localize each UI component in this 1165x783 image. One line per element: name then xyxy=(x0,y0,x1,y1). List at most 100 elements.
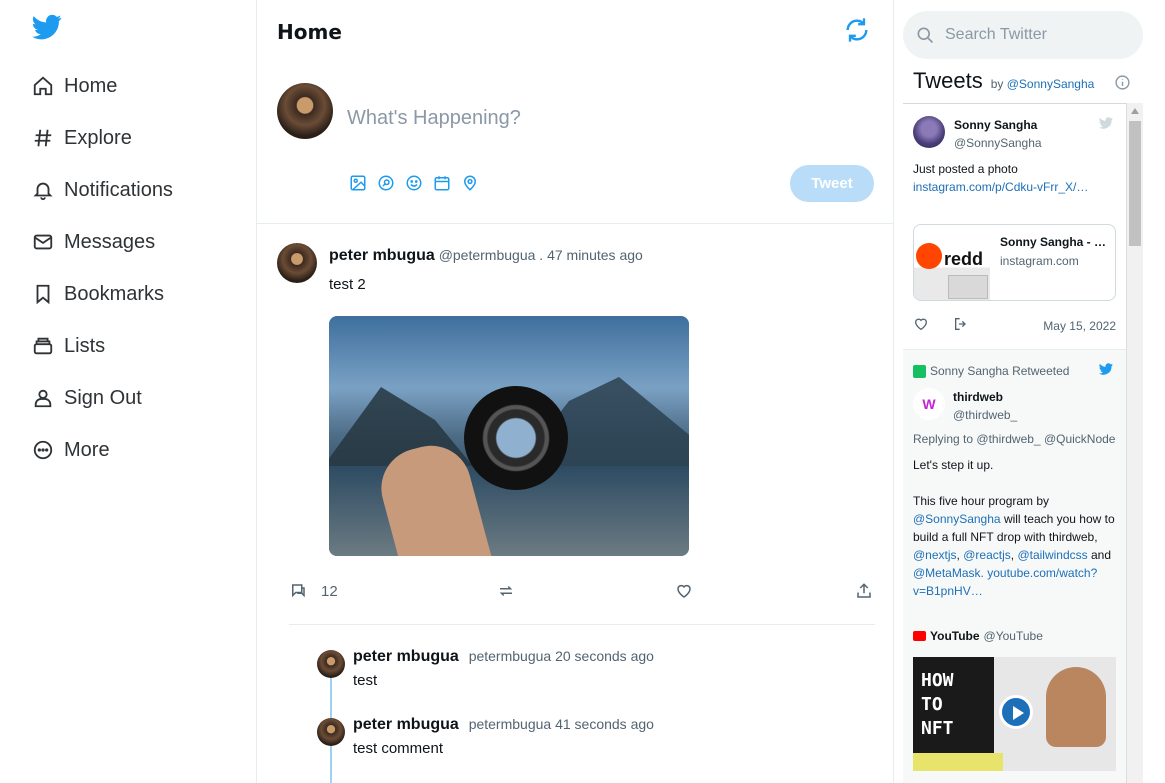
tweet-author-name[interactable]: thirdweb xyxy=(953,390,1003,404)
video-thumbnail[interactable]: HOW TO NFT xyxy=(913,657,1116,771)
link-card[interactable]: redd Sonny Sangha - … instagram.com xyxy=(913,224,1116,301)
location-icon[interactable] xyxy=(461,174,479,192)
scroll-up-arrow-icon[interactable] xyxy=(1131,108,1139,114)
timeline-title: Tweets xyxy=(913,68,983,93)
mention-link[interactable]: @nextjs xyxy=(913,548,957,562)
heart-icon xyxy=(677,584,691,598)
comment-text: test comment xyxy=(353,740,444,757)
comment-header: peter mbugua petermbugua 41 seconds ago xyxy=(353,716,654,734)
tweet-line: Let's step it up. xyxy=(913,458,994,472)
twitter-bird-icon[interactable] xyxy=(1098,362,1114,376)
retweet-button[interactable] xyxy=(497,582,515,600)
thumbnail-ribbon xyxy=(913,753,1003,771)
heart-icon[interactable] xyxy=(913,316,929,332)
retweet-icon xyxy=(913,364,926,378)
nav-label: Home xyxy=(64,74,118,97)
search-icon[interactable] xyxy=(377,174,395,192)
composer-toolbar xyxy=(349,174,479,192)
embedded-timeline[interactable]: Sonny Sangha @SonnySangha Just posted a … xyxy=(903,103,1135,783)
reply-handles[interactable]: @thirdweb_ @QuickNode xyxy=(976,432,1115,446)
nav-label: More xyxy=(64,438,110,461)
comment-button[interactable]: 12 xyxy=(289,582,338,600)
comment-icon xyxy=(292,584,305,598)
refresh-icon[interactable] xyxy=(843,16,871,44)
post-header: peter mbugua @petermbugua . 47 minutes a… xyxy=(329,247,643,265)
nav-lists[interactable]: Lists xyxy=(32,320,173,372)
timeline-by-handle-link[interactable]: @SonnySangha xyxy=(1007,77,1095,91)
tweet-author-handle[interactable]: @SonnySangha xyxy=(954,136,1042,150)
search-box[interactable] xyxy=(903,11,1143,59)
post-text: test 2 xyxy=(329,276,366,293)
tweet-text: Just posted a photo instagram.com/p/Cdku… xyxy=(913,160,1088,196)
bell-icon xyxy=(33,182,53,201)
tweet-link[interactable]: instagram.com/p/Cdku-vFrr_X/… xyxy=(913,178,1088,196)
tweet-avatar[interactable] xyxy=(913,116,945,148)
image-icon[interactable] xyxy=(349,174,367,192)
tweet-actions: May 15, 2022 xyxy=(913,316,1116,334)
nav-explore[interactable]: Explore xyxy=(32,112,173,164)
tweet-date[interactable]: May 15, 2022 xyxy=(1043,319,1116,333)
comment-meta: petermbugua 20 seconds ago xyxy=(468,648,654,664)
search-input[interactable] xyxy=(945,26,1125,44)
like-button[interactable] xyxy=(675,582,693,600)
nav-more[interactable]: More xyxy=(32,424,173,476)
emoji-icon[interactable] xyxy=(405,174,423,192)
timeline-by: by @SonnySangha xyxy=(991,77,1095,91)
comment-header: peter mbugua petermbugua 20 seconds ago xyxy=(353,648,654,666)
youtube-card-header: YouTube @YouTube xyxy=(913,629,1043,643)
comment-avatar[interactable] xyxy=(317,650,345,678)
mention-link[interactable]: @reactjs xyxy=(963,548,1011,562)
twitter-bird-icon[interactable] xyxy=(1098,116,1114,130)
right-column: Tweets by @SonnySangha Sonny Sangha @Son… xyxy=(894,0,1165,783)
nav-label: Sign Out xyxy=(64,386,142,409)
info-icon[interactable] xyxy=(1114,74,1131,91)
youtube-handle[interactable]: @YouTube xyxy=(984,629,1043,643)
retweet-icon xyxy=(499,585,513,597)
separator: , xyxy=(1010,548,1015,562)
mention-link[interactable]: @SonnySangha xyxy=(913,512,1001,526)
comment-avatar[interactable] xyxy=(317,718,345,746)
tweet-button[interactable]: Tweet xyxy=(790,165,874,202)
user-icon xyxy=(34,389,52,408)
nav-notifications[interactable]: Notifications xyxy=(32,164,173,216)
card-domain: instagram.com xyxy=(1000,254,1079,268)
retweet-label: Sonny Sangha Retweeted xyxy=(913,364,1069,378)
comment-author-name[interactable]: peter mbugua xyxy=(353,648,459,665)
comment-meta: petermbugua 41 seconds ago xyxy=(468,716,654,732)
reply-context: Replying to @thirdweb_ @QuickNode xyxy=(913,432,1115,446)
post-avatar[interactable] xyxy=(277,243,317,283)
nav-bookmarks[interactable]: Bookmarks xyxy=(32,268,173,320)
thirdweb-avatar[interactable]: W xyxy=(913,388,945,420)
post-image[interactable] xyxy=(329,316,689,556)
nav-home[interactable]: Home xyxy=(32,60,173,112)
calendar-icon[interactable] xyxy=(433,174,451,192)
scrollbar-thumb[interactable] xyxy=(1129,121,1141,246)
comment-count: 12 xyxy=(321,582,338,600)
search-icon xyxy=(917,27,934,44)
timeline-scrollbar[interactable] xyxy=(1126,103,1143,783)
mention-link[interactable]: @tailwindcss xyxy=(1017,548,1087,562)
tweet-author-handle[interactable]: @thirdweb_ xyxy=(953,408,1017,422)
main-nav: Home Explore Notifications Messages Book… xyxy=(32,60,173,476)
post-author-name[interactable]: peter mbugua xyxy=(329,247,435,264)
share-icon[interactable] xyxy=(953,316,969,332)
nav-label: Lists xyxy=(64,334,106,357)
tweet-author-name[interactable]: Sonny Sangha xyxy=(954,118,1037,132)
comment-author-name[interactable]: peter mbugua xyxy=(353,716,459,733)
twitter-logo-icon[interactable] xyxy=(30,12,64,42)
mail-icon xyxy=(33,234,53,250)
nav-label: Explore xyxy=(64,126,132,149)
share-button[interactable] xyxy=(855,582,873,600)
nav-messages[interactable]: Messages xyxy=(32,216,173,268)
tweet-composer-input[interactable] xyxy=(347,104,787,132)
timeline-tweet[interactable]: Sonny Sangha @SonnySangha Just posted a … xyxy=(903,104,1135,349)
play-icon[interactable] xyxy=(999,695,1033,729)
list-icon xyxy=(33,337,53,355)
nav-sign-out[interactable]: Sign Out xyxy=(32,372,173,424)
share-icon xyxy=(857,583,871,598)
tweet-body: Just posted a photo xyxy=(913,162,1018,176)
youtube-name[interactable]: YouTube xyxy=(930,629,980,643)
timeline-tweet[interactable]: Sonny Sangha Retweeted W thirdweb @third… xyxy=(903,349,1135,783)
mention-link[interactable]: @MetaMask. xyxy=(913,566,984,580)
bookmark-icon xyxy=(36,284,50,305)
